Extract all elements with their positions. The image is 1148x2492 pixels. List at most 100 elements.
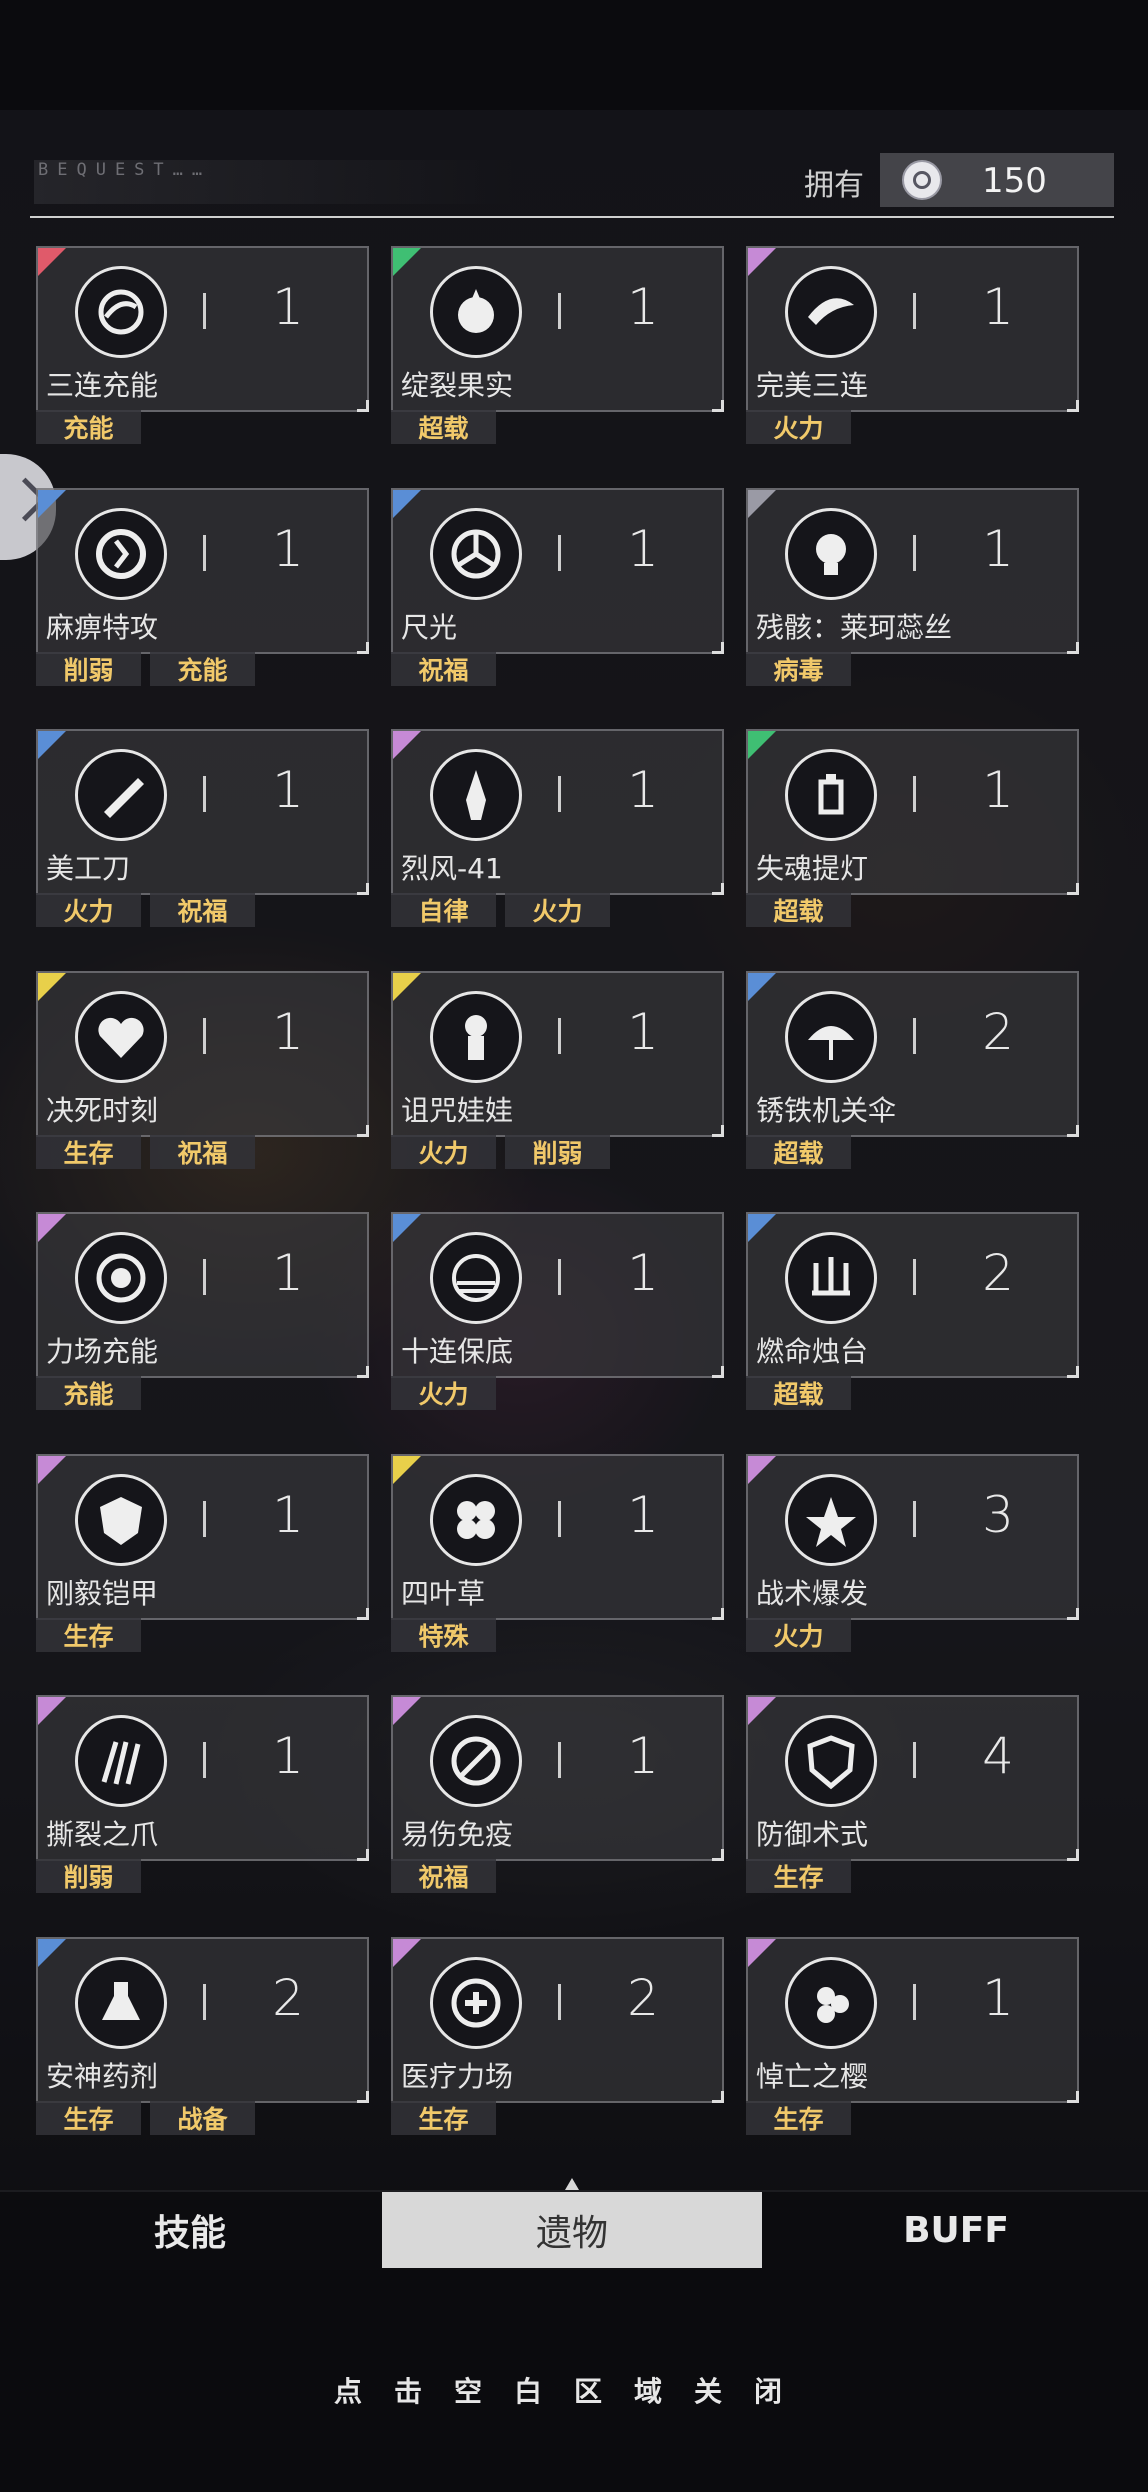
relic-card[interactable]: 1 完美三连 xyxy=(746,246,1079,412)
rarity-corner xyxy=(393,490,421,518)
relic-card[interactable]: 2 燃命烛台 xyxy=(746,1212,1079,1378)
rarity-corner xyxy=(393,1214,421,1242)
rarity-corner xyxy=(393,248,421,276)
card-corner-mark xyxy=(357,1125,369,1137)
rarity-corner xyxy=(748,248,776,276)
relic-card[interactable]: 1 悼亡之樱 xyxy=(746,1937,1079,2103)
triple-charge-icon xyxy=(75,266,167,358)
relic-count: 2 xyxy=(627,1969,659,2027)
card-corner-mark xyxy=(1067,400,1079,412)
rarity-corner xyxy=(748,1939,776,1967)
close-hint: 点击空白区域关闭 xyxy=(333,2375,814,2408)
rarity-corner xyxy=(38,731,66,759)
card-corner-mark xyxy=(712,883,724,895)
tab-relics[interactable]: 遗物 xyxy=(382,2178,762,2268)
card-corner-mark xyxy=(357,1366,369,1378)
relic-tag: 生存 xyxy=(391,2101,496,2135)
card-corner-mark xyxy=(712,2091,724,2103)
relic-grid: 1 三连充能 充能 1 绽裂果实 超载 1 完美三连 火力 1 麻痹特攻 削弱 充能 1 尺光 祝福 1 残骸：莱… xyxy=(0,0,1148,2492)
count-separator xyxy=(913,535,916,571)
relic-name: 安神药剂 xyxy=(46,2060,159,2093)
count-separator xyxy=(558,1742,561,1778)
relic-card[interactable]: 1 四叶草 xyxy=(391,1454,724,1620)
relic-card[interactable]: 1 三连充能 xyxy=(36,246,369,412)
relic-card[interactable]: 2 锈铁机关伞 xyxy=(746,971,1079,1137)
count-separator xyxy=(558,293,561,329)
relic-count: 1 xyxy=(982,278,1014,336)
broken-heart-icon xyxy=(75,991,167,1083)
count-separator xyxy=(913,776,916,812)
relic-count: 1 xyxy=(982,1969,1014,2027)
relic-card[interactable]: 1 易伤免疫 xyxy=(391,1695,724,1861)
relic-card[interactable]: 1 尺光 xyxy=(391,488,724,654)
rarity-corner xyxy=(748,1214,776,1242)
count-separator xyxy=(558,1501,561,1537)
rarity-corner xyxy=(38,973,66,1001)
rarity-corner xyxy=(393,973,421,1001)
card-corner-mark xyxy=(712,1125,724,1137)
relic-card[interactable]: 4 防御术式 xyxy=(746,1695,1079,1861)
card-corner-mark xyxy=(712,1366,724,1378)
rarity-corner xyxy=(748,731,776,759)
relic-card[interactable]: 1 力场充能 xyxy=(36,1212,369,1378)
relic-tag: 战备 xyxy=(150,2101,255,2135)
umbrella-icon xyxy=(785,991,877,1083)
relic-card[interactable]: 3 战术爆发 xyxy=(746,1454,1079,1620)
relic-count: 1 xyxy=(272,1727,304,1785)
relic-card[interactable]: 1 美工刀 xyxy=(36,729,369,895)
relic-name: 燃命烛台 xyxy=(756,1335,869,1368)
relic-name: 烈风-41 xyxy=(401,852,503,885)
relic-count: 1 xyxy=(272,1486,304,1544)
immunity-icon xyxy=(430,1715,522,1807)
card-corner-mark xyxy=(712,1849,724,1861)
count-separator xyxy=(203,776,206,812)
relic-card[interactable]: 1 残骸：莱珂蕊丝 xyxy=(746,488,1079,654)
relic-card[interactable]: 1 烈风-41 xyxy=(391,729,724,895)
tactical-burst-icon xyxy=(785,1474,877,1566)
force-field-icon xyxy=(75,1232,167,1324)
relic-name: 力场充能 xyxy=(46,1335,159,1368)
relic-name: 完美三连 xyxy=(756,369,869,402)
relic-card[interactable]: 1 麻痹特攻 xyxy=(36,488,369,654)
tab-buff[interactable]: BUFF xyxy=(766,2192,1146,2268)
relic-count: 2 xyxy=(272,1969,304,2027)
relic-card[interactable]: 2 医疗力场 xyxy=(391,1937,724,2103)
relic-tag: 火力 xyxy=(391,1376,496,1410)
rarity-corner xyxy=(748,1697,776,1725)
relic-name: 易伤免疫 xyxy=(401,1818,514,1851)
count-separator xyxy=(203,1018,206,1054)
relic-card[interactable]: 1 绽裂果实 xyxy=(391,246,724,412)
bottom-tab-bar: 技能 遗物 BUFF xyxy=(0,2178,1148,2270)
relic-card[interactable]: 1 撕裂之爪 xyxy=(36,1695,369,1861)
relic-tag: 自律 xyxy=(391,893,496,927)
claw-icon xyxy=(75,1715,167,1807)
relic-tag: 祝福 xyxy=(391,652,496,686)
relic-tag: 火力 xyxy=(746,1618,851,1652)
skull-remains-icon xyxy=(785,508,877,600)
relic-card[interactable]: 1 刚毅铠甲 xyxy=(36,1454,369,1620)
relic-count: 4 xyxy=(982,1727,1014,1785)
relic-card[interactable]: 1 决死时刻 xyxy=(36,971,369,1137)
relic-tag: 火力 xyxy=(746,410,851,444)
count-separator xyxy=(203,1984,206,2020)
relic-tag: 生存 xyxy=(746,1859,851,1893)
relic-card[interactable]: 1 诅咒娃娃 xyxy=(391,971,724,1137)
relic-tag: 生存 xyxy=(36,2101,141,2135)
relic-card[interactable]: 1 失魂提灯 xyxy=(746,729,1079,895)
count-separator xyxy=(558,535,561,571)
count-separator xyxy=(203,1259,206,1295)
relic-card[interactable]: 1 十连保底 xyxy=(391,1212,724,1378)
rarity-corner xyxy=(748,973,776,1001)
relic-name: 残骸：莱珂蕊丝 xyxy=(756,611,953,644)
relic-tag: 充能 xyxy=(150,652,255,686)
armor-icon xyxy=(75,1474,167,1566)
relic-card[interactable]: 2 安神药剂 xyxy=(36,1937,369,2103)
card-corner-mark xyxy=(357,1849,369,1861)
rarity-corner xyxy=(393,1939,421,1967)
rarity-corner xyxy=(393,1456,421,1484)
card-corner-mark xyxy=(357,2091,369,2103)
tab-skills[interactable]: 技能 xyxy=(0,2192,380,2268)
relic-tag: 超载 xyxy=(746,1135,851,1169)
relic-tag: 超载 xyxy=(391,410,496,444)
relic-name: 锈铁机关伞 xyxy=(756,1094,897,1127)
